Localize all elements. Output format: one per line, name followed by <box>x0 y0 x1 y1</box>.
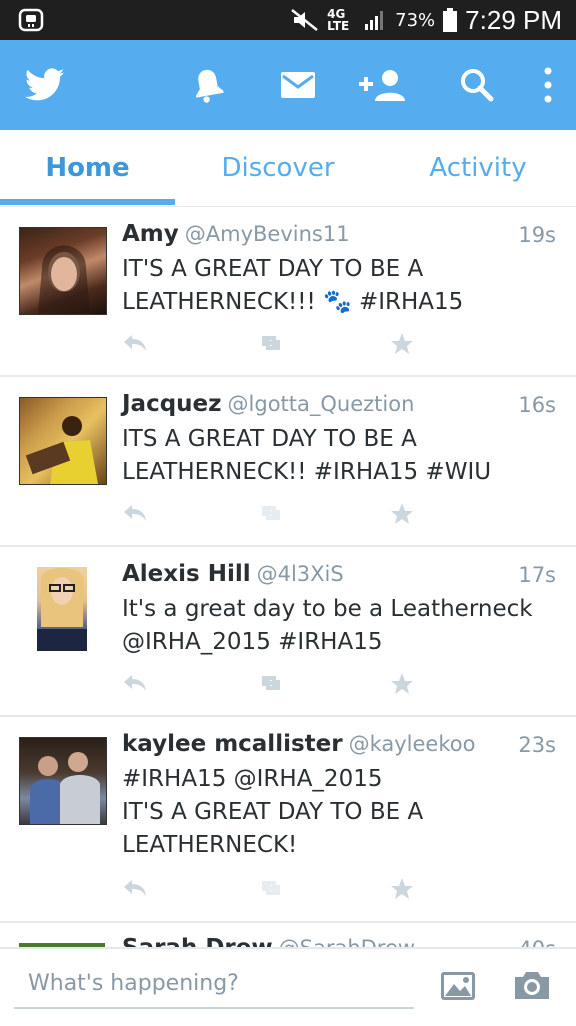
bell-icon <box>196 69 224 103</box>
favorite-star-icon[interactable] <box>390 502 414 526</box>
overflow-menu-button[interactable] <box>536 40 560 130</box>
tweet[interactable]: Amy @AmyBevins11 19s IT'S A GREAT DAY TO … <box>0 207 576 377</box>
signal-icon <box>365 11 384 30</box>
home-logo[interactable] <box>22 40 68 130</box>
reply-icon[interactable] <box>122 332 148 354</box>
tweet-actions <box>122 877 422 905</box>
retweet-icon[interactable] <box>256 332 286 354</box>
avatar[interactable] <box>37 567 87 651</box>
avatar-photo <box>38 245 90 314</box>
twitter-bird-icon <box>25 68 65 101</box>
author-name: Jacquez <box>122 391 222 417</box>
tweet-author[interactable]: Alexis Hill @4l3XiS <box>122 561 344 587</box>
tweet-text: It's a great day to be a Leatherneck @IR… <box>122 593 552 659</box>
status-bar: 4G LTE 73% 7:29 PM <box>0 0 576 40</box>
search-button[interactable] <box>456 40 498 130</box>
tweet-text: IT'S A GREAT DAY TO BE A LEATHERNECK!!! … <box>122 253 552 319</box>
avatar-photo <box>25 416 98 484</box>
tweet-author[interactable]: Jacquez @lgotta_Queztion <box>122 391 414 417</box>
compose-bar: What's happening? <box>0 947 576 1026</box>
favorite-star-icon[interactable] <box>390 672 414 696</box>
tab-home[interactable]: Home <box>0 130 175 206</box>
tweet-text: #IRHA15 @IRHA_2015 IT'S A GREAT DAY TO B… <box>122 763 552 862</box>
notification-app-icon <box>18 8 44 32</box>
tweet-time: 17s <box>518 563 556 587</box>
avatar[interactable] <box>19 227 107 315</box>
battery-icon <box>443 8 458 32</box>
tweet-line: @IRHA_2015 #IRHA15 <box>122 629 383 655</box>
avatar[interactable] <box>19 737 107 825</box>
mail-icon <box>281 72 315 98</box>
avatar-photo <box>30 752 100 824</box>
tweet-time: 23s <box>518 733 556 757</box>
notifications-button[interactable] <box>188 40 228 130</box>
network-indicator: 4G LTE <box>327 7 350 33</box>
author-handle: @lgotta_Queztion <box>227 392 415 416</box>
tab-activity[interactable]: Activity <box>380 130 576 206</box>
tweet-author[interactable]: Amy @AmyBevins11 <box>122 221 350 247</box>
battery-percent: 73% <box>395 9 436 31</box>
add-user-icon <box>359 70 405 101</box>
tweet-line: ITS A GREAT DAY TO BE A <box>122 426 417 452</box>
author-handle: @AmyBevins11 <box>184 222 350 246</box>
tweet-line: IT'S A GREAT DAY TO BE A <box>122 799 424 825</box>
messages-button[interactable] <box>277 40 319 130</box>
author-name: Alexis Hill <box>122 561 251 587</box>
tweet-line: It's a great day to be a Leatherneck <box>122 596 533 622</box>
add-user-button[interactable] <box>356 40 408 130</box>
active-tab-indicator <box>0 199 175 205</box>
retweet-icon[interactable] <box>256 502 286 524</box>
tweet-line: LEATHERNECK!!! 🐾 #IRHA15 <box>122 289 464 315</box>
camera-icon[interactable] <box>513 969 551 1001</box>
tweet-line: LEATHERNECK! <box>122 832 298 858</box>
reply-icon[interactable] <box>122 877 148 899</box>
author-handle: @kayleekoo <box>348 732 476 756</box>
tweet[interactable]: Jacquez @lgotta_Queztion 16s ITS A GREAT … <box>0 377 576 547</box>
tweet-actions <box>122 332 422 360</box>
tweet-text: ITS A GREAT DAY TO BE A LEATHERNECK!! #I… <box>122 423 552 489</box>
avatar[interactable] <box>19 397 107 485</box>
compose-input[interactable]: What's happening? <box>14 959 414 1009</box>
app-bar <box>0 40 576 130</box>
reply-icon[interactable] <box>122 672 148 694</box>
author-name: Amy <box>122 221 179 247</box>
tweet-actions <box>122 502 422 530</box>
favorite-star-icon[interactable] <box>390 877 414 901</box>
avatar-photo <box>37 568 87 651</box>
overflow-menu-icon <box>544 67 552 103</box>
tab-bar: Home Discover Activity <box>0 130 576 208</box>
retweet-icon[interactable] <box>256 877 286 899</box>
tweet-author[interactable]: kaylee mcallister @kayleekoo <box>122 731 475 757</box>
author-name: kaylee mcallister <box>122 731 343 757</box>
reply-icon[interactable] <box>122 502 148 524</box>
mute-icon <box>291 9 318 31</box>
tweet-line: LEATHERNECK!! #IRHA15 #WIU <box>122 459 492 485</box>
tweet-time: 19s <box>518 223 556 247</box>
tweet-line: #IRHA15 @IRHA_2015 <box>122 766 383 792</box>
tweet-time: 16s <box>518 393 556 417</box>
clock: 7:29 PM <box>465 4 562 35</box>
author-handle: @4l3XiS <box>256 562 344 586</box>
favorite-star-icon[interactable] <box>390 332 414 356</box>
photo-icon[interactable] <box>440 971 476 1001</box>
tweet[interactable]: Alexis Hill @4l3XiS 17s It's a great day … <box>0 547 576 717</box>
search-icon <box>461 69 494 102</box>
tweet-line: IT'S A GREAT DAY TO BE A <box>122 256 424 282</box>
retweet-icon[interactable] <box>256 672 286 694</box>
tweet-actions <box>122 672 422 700</box>
tweet[interactable]: kaylee mcallister @kayleekoo 23s #IRHA15 … <box>0 717 576 923</box>
tab-discover[interactable]: Discover <box>188 130 368 206</box>
